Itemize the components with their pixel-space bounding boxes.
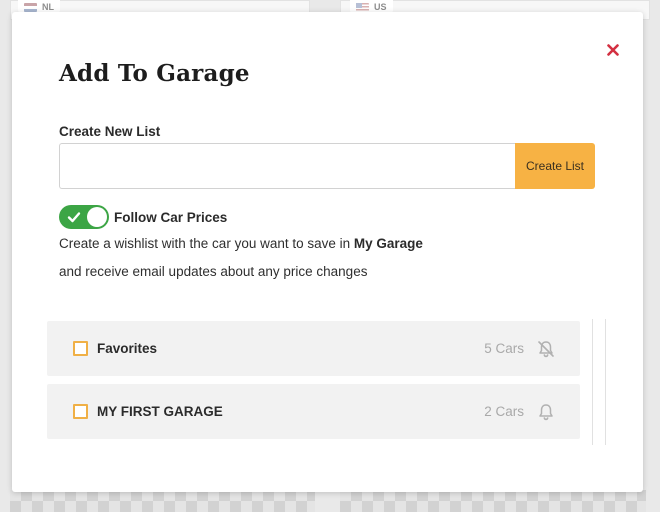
bell-icon[interactable] [536, 402, 556, 422]
list-scrollbar[interactable] [592, 319, 606, 445]
garage-lists: Favorites 5 Cars MY FIRST GARAGE 2 Cars [47, 319, 607, 445]
description-line-1: Create a wishlist with the car you want … [59, 236, 423, 251]
follow-car-prices-label: Follow Car Prices [114, 209, 228, 225]
description-line-2: and receive email updates about any pric… [59, 264, 368, 279]
background-car-photo [10, 490, 315, 512]
check-icon [67, 212, 81, 223]
close-button[interactable] [605, 42, 621, 58]
my-garage-emphasis: My Garage [353, 236, 423, 251]
flag-code: NL [42, 2, 54, 12]
new-list-name-input[interactable] [59, 143, 516, 189]
list-car-count: 2 Cars [484, 404, 524, 419]
follow-car-prices-row: Follow Car Prices [59, 205, 227, 229]
list-name: MY FIRST GARAGE [97, 404, 223, 419]
create-list-label: Create New List [59, 124, 161, 139]
add-to-garage-modal: Add To Garage Create New List Create Lis… [12, 12, 643, 492]
modal-title: Add To Garage [59, 60, 250, 87]
list-checkbox[interactable] [73, 404, 88, 419]
netherlands-flag-icon [24, 2, 37, 12]
flag-code: US [374, 2, 387, 12]
list-checkbox[interactable] [73, 341, 88, 356]
close-icon[interactable] [607, 44, 619, 56]
us-flag-icon [356, 2, 369, 12]
toggle-knob [87, 207, 107, 227]
list-name: Favorites [97, 341, 158, 356]
list-car-count: 5 Cars [484, 341, 524, 356]
create-list-button[interactable]: Create List [515, 143, 595, 189]
bell-off-icon[interactable] [536, 339, 556, 359]
garage-list-item[interactable]: MY FIRST GARAGE 2 Cars [47, 384, 580, 439]
garage-list-item[interactable]: Favorites 5 Cars [47, 321, 580, 376]
background-car-photo [340, 490, 646, 512]
follow-car-prices-toggle[interactable] [59, 205, 109, 229]
description-text: Create a wishlist with the car you want … [59, 236, 354, 251]
